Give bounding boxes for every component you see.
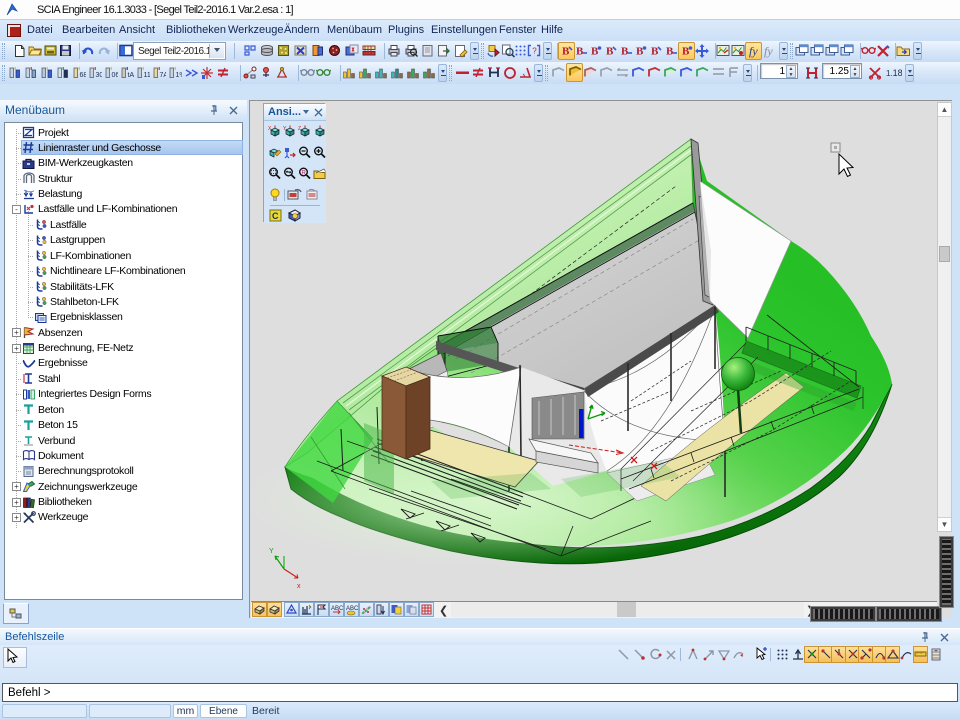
- svg-text:x: x: [297, 583, 301, 590]
- svg-text:11: 11: [144, 72, 151, 79]
- svg-text:68: 68: [80, 72, 87, 79]
- svg-text:B: B: [666, 46, 674, 58]
- svg-text:06: 06: [112, 72, 119, 79]
- svg-text:1%: 1%: [176, 72, 183, 79]
- svg-text:7A: 7A: [160, 72, 167, 79]
- svg-text:B: B: [621, 46, 629, 58]
- svg-text:Z: Z: [298, 126, 301, 132]
- svg-text:1.18: 1.18: [886, 68, 902, 78]
- svg-text:fy: fy: [764, 44, 773, 58]
- svg-text:B: B: [636, 46, 644, 58]
- svg-text:B: B: [682, 46, 690, 58]
- svg-text:fy: fy: [749, 44, 758, 58]
- svg-text:?: ?: [532, 47, 537, 56]
- svg-text:tA: tA: [128, 72, 135, 79]
- svg-text:30: 30: [96, 72, 103, 79]
- svg-text:C: C: [272, 211, 279, 221]
- svg-text:B: B: [576, 46, 584, 58]
- svg-text:B: B: [591, 46, 599, 58]
- svg-text:Y: Y: [269, 548, 274, 555]
- svg-text:R: R: [302, 171, 307, 177]
- svg-text:ABC: ABC: [331, 606, 343, 612]
